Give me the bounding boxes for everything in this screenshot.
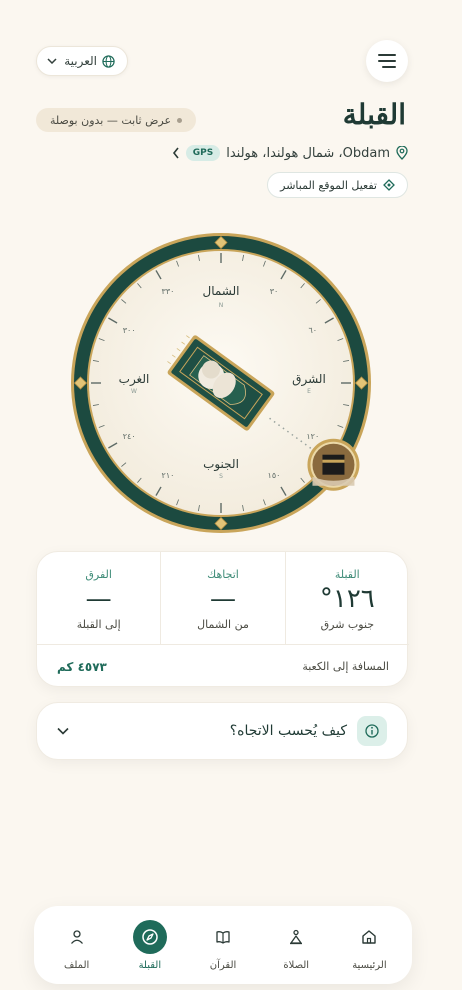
stat-difference-label: الفرق bbox=[85, 568, 112, 581]
stat-qibla-label: القبلة bbox=[334, 568, 360, 581]
nav-item-home[interactable]: الرئيسية bbox=[337, 920, 401, 971]
nav-item-qibla-label: القبلة bbox=[138, 959, 162, 971]
stat-heading: اتجاهك — من الشمال bbox=[161, 552, 286, 644]
east-label: الشرق bbox=[292, 372, 326, 387]
chevron-left-icon bbox=[172, 147, 179, 159]
globe-icon bbox=[102, 54, 115, 68]
language-label: العربية bbox=[64, 54, 97, 68]
north-abbr: N bbox=[219, 302, 224, 309]
location-pin-icon bbox=[396, 146, 408, 160]
info-icon-box bbox=[357, 716, 387, 746]
crosshair-icon bbox=[383, 179, 395, 191]
east-abbr: E bbox=[307, 388, 311, 395]
how-calculated-title: كيف يُحسب الاتجاه؟ bbox=[229, 723, 347, 739]
south-label: الجنوب bbox=[203, 457, 239, 472]
location-text: Obdam، شمال هولندا، هولندا bbox=[226, 145, 390, 161]
nav-item-prayer[interactable]: الصلاة bbox=[264, 920, 328, 971]
stat-heading-value: — bbox=[210, 584, 236, 614]
book-icon bbox=[216, 930, 230, 944]
language-selector[interactable]: العربية bbox=[36, 46, 128, 76]
chevron-down-icon bbox=[57, 727, 69, 735]
prayer-icon bbox=[290, 929, 303, 944]
degree-label: ٢٤٠ bbox=[123, 432, 136, 441]
west-label: الغرب bbox=[119, 372, 150, 387]
menu-icon bbox=[378, 54, 396, 68]
north-label: الشمال bbox=[202, 284, 239, 298]
qibla-compass: ٣٠٦٠١٢٠١٥٠٢١٠٢٤٠٣٠٠٣٣٠ الشمال N الشرق E … bbox=[71, 233, 371, 533]
location-row[interactable]: Obdam، شمال هولندا، هولندا GPS bbox=[172, 143, 408, 163]
south-abbr: S bbox=[219, 473, 223, 480]
degree-label: ٣٠٠ bbox=[123, 326, 136, 335]
status-dot bbox=[177, 117, 183, 123]
static-mode-label: عرض ثابت — بدون بوصلة bbox=[50, 113, 172, 127]
stat-heading-sub: من الشمال bbox=[197, 618, 249, 631]
distance-row: المسافة إلى الكعبة ٤٥٧٣ كم bbox=[37, 644, 409, 688]
gps-badge: GPS bbox=[185, 145, 221, 161]
stat-qibla-sub: جنوب شرق bbox=[320, 618, 375, 631]
nav-item-profile[interactable]: الملف bbox=[45, 920, 109, 971]
nav-item-profile-label: الملف bbox=[64, 959, 90, 971]
home-icon bbox=[362, 929, 377, 944]
stat-heading-label: اتجاهك bbox=[207, 568, 239, 581]
how-calculated-accordion[interactable]: كيف يُحسب الاتجاه؟ bbox=[36, 702, 408, 760]
nav-item-prayer-label: الصلاة bbox=[283, 959, 310, 971]
kaaba-marker[interactable] bbox=[307, 438, 360, 491]
page-title: القبلة bbox=[342, 98, 406, 131]
compass-icon bbox=[142, 928, 158, 945]
static-mode-badge: عرض ثابت — بدون بوصلة bbox=[36, 108, 197, 132]
live-location-button[interactable]: تفعيل الموقع المباشر bbox=[267, 172, 408, 198]
distance-label: المسافة إلى الكعبة bbox=[302, 660, 389, 673]
qibla-stats-card: القبلة ١٢٦° جنوب شرق اتجاهك — من الشمال … bbox=[36, 551, 409, 688]
stat-qibla-value: ١٢٦° bbox=[319, 584, 375, 614]
chevron-down-icon bbox=[47, 58, 57, 64]
bottom-navigation: الرئيسية الصلاة القرآن القبلة الملف bbox=[34, 906, 412, 984]
nav-item-quran-label: القرآن bbox=[209, 959, 237, 971]
stat-difference-value: — bbox=[85, 584, 112, 614]
live-location-label: تفعيل الموقع المباشر bbox=[280, 178, 377, 192]
degree-label: ٦٠ bbox=[309, 326, 318, 335]
stat-difference-sub: إلى القبلة bbox=[76, 618, 121, 631]
degree-label: ٣٣٠ bbox=[162, 287, 175, 296]
stat-qibla: القبلة ١٢٦° جنوب شرق bbox=[286, 552, 409, 644]
nav-item-home-label: الرئيسية bbox=[352, 959, 387, 971]
degree-label: ١٥٠ bbox=[268, 471, 281, 480]
distance-value: ٤٥٧٣ كم bbox=[57, 659, 107, 674]
degree-label: ١٢٠ bbox=[306, 432, 319, 441]
user-icon bbox=[70, 929, 83, 944]
degree-label: ٣٠ bbox=[270, 287, 279, 296]
info-icon bbox=[365, 724, 379, 738]
menu-button[interactable] bbox=[366, 40, 408, 82]
degree-label: ٢١٠ bbox=[162, 471, 175, 480]
nav-item-qibla[interactable]: القبلة bbox=[118, 919, 182, 971]
stat-difference: الفرق — إلى القبلة bbox=[37, 552, 162, 644]
west-abbr: W bbox=[131, 388, 137, 395]
nav-item-quran[interactable]: القرآن bbox=[191, 920, 255, 971]
